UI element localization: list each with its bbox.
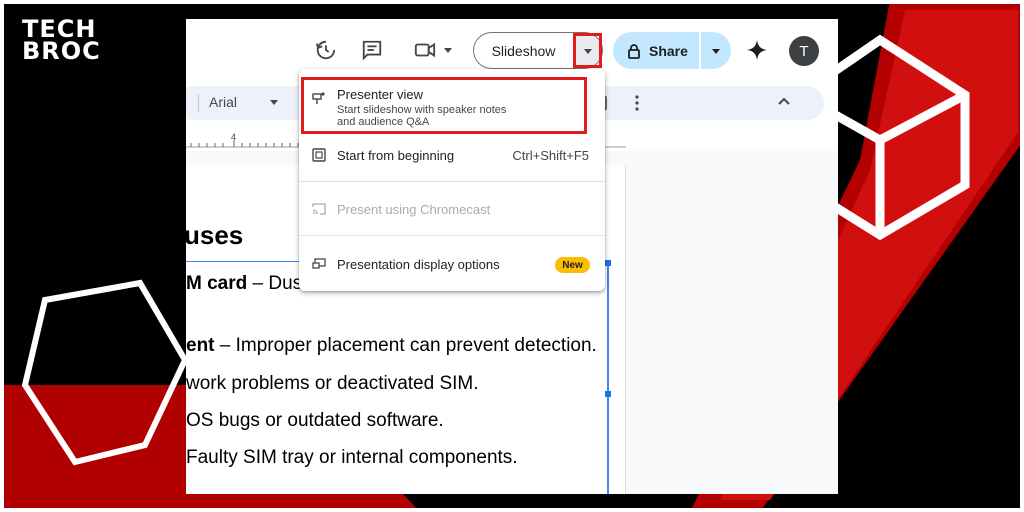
history-icon[interactable]: [312, 37, 338, 63]
bullet-line-2[interactable]: ent – Improper placement can prevent det…: [186, 335, 597, 357]
slide-title[interactable]: uses: [186, 220, 243, 251]
bullet-line-3[interactable]: work problems or deactivated SIM.: [186, 373, 479, 395]
font-selector[interactable]: Arial: [209, 94, 237, 110]
logo-line-2: BROC: [22, 37, 101, 65]
font-caret-icon[interactable]: [269, 99, 279, 107]
bullet-text: – Dus: [247, 273, 303, 294]
resize-handle[interactable]: [605, 260, 611, 266]
lock-icon: [628, 43, 640, 59]
share-dropdown-button[interactable]: [701, 32, 731, 69]
gemini-icon[interactable]: [746, 39, 768, 66]
bullet-text: – Improper placement can prevent detecti…: [214, 335, 597, 356]
menu-label: Start from beginning: [337, 148, 455, 163]
menu-label: Presentation display options: [337, 257, 500, 272]
techbroc-logo: TECH BROC: [22, 17, 101, 65]
menu-item-start-from-beginning[interactable]: Start from beginning Ctrl+Shift+F5: [299, 141, 605, 169]
present-icon: [312, 148, 326, 162]
bullet-bold: M card: [186, 273, 248, 294]
cast-icon: [312, 203, 326, 215]
menu-item-display-options[interactable]: Presentation display options New: [299, 249, 605, 279]
new-badge: New: [555, 257, 590, 273]
bullet-text: work problems or deactivated SIM.: [186, 373, 479, 394]
avatar[interactable]: T: [789, 36, 819, 66]
bullet-line-5[interactable]: Faulty SIM tray or internal components.: [186, 447, 518, 469]
ruler-number: 4: [231, 132, 237, 142]
menu-label: Present using Chromecast: [337, 202, 491, 217]
highlight-box-dropdown: [573, 33, 602, 68]
display-options-icon: [312, 258, 326, 269]
highlight-box-presenter-view: [301, 77, 587, 134]
share-label: Share: [649, 42, 688, 59]
comment-icon[interactable]: [359, 37, 385, 63]
bullet-line-1[interactable]: M card – Dus: [186, 273, 302, 295]
more-vert-icon[interactable]: [635, 95, 639, 111]
chevron-up-icon[interactable]: [778, 97, 790, 105]
menu-item-chromecast: Present using Chromecast: [299, 195, 605, 223]
bullet-bold: ent: [186, 335, 215, 356]
resize-handle[interactable]: [605, 391, 611, 397]
bullet-text: Faulty SIM tray or internal components.: [186, 447, 518, 468]
selection-border-right: [607, 261, 609, 494]
menu-divider: [299, 181, 605, 182]
bullet-line-4[interactable]: OS bugs or outdated software.: [186, 410, 444, 432]
paint-format-icon[interactable]: [186, 96, 190, 110]
slideshow-button[interactable]: Slideshow: [473, 32, 573, 69]
menu-shortcut: Ctrl+Shift+F5: [512, 148, 589, 163]
menu-divider: [299, 235, 605, 236]
share-button[interactable]: Share: [613, 32, 699, 69]
chevron-down-icon[interactable]: [435, 37, 461, 63]
bullet-text: OS bugs or outdated software.: [186, 410, 444, 431]
toolbar-divider: [198, 94, 199, 112]
